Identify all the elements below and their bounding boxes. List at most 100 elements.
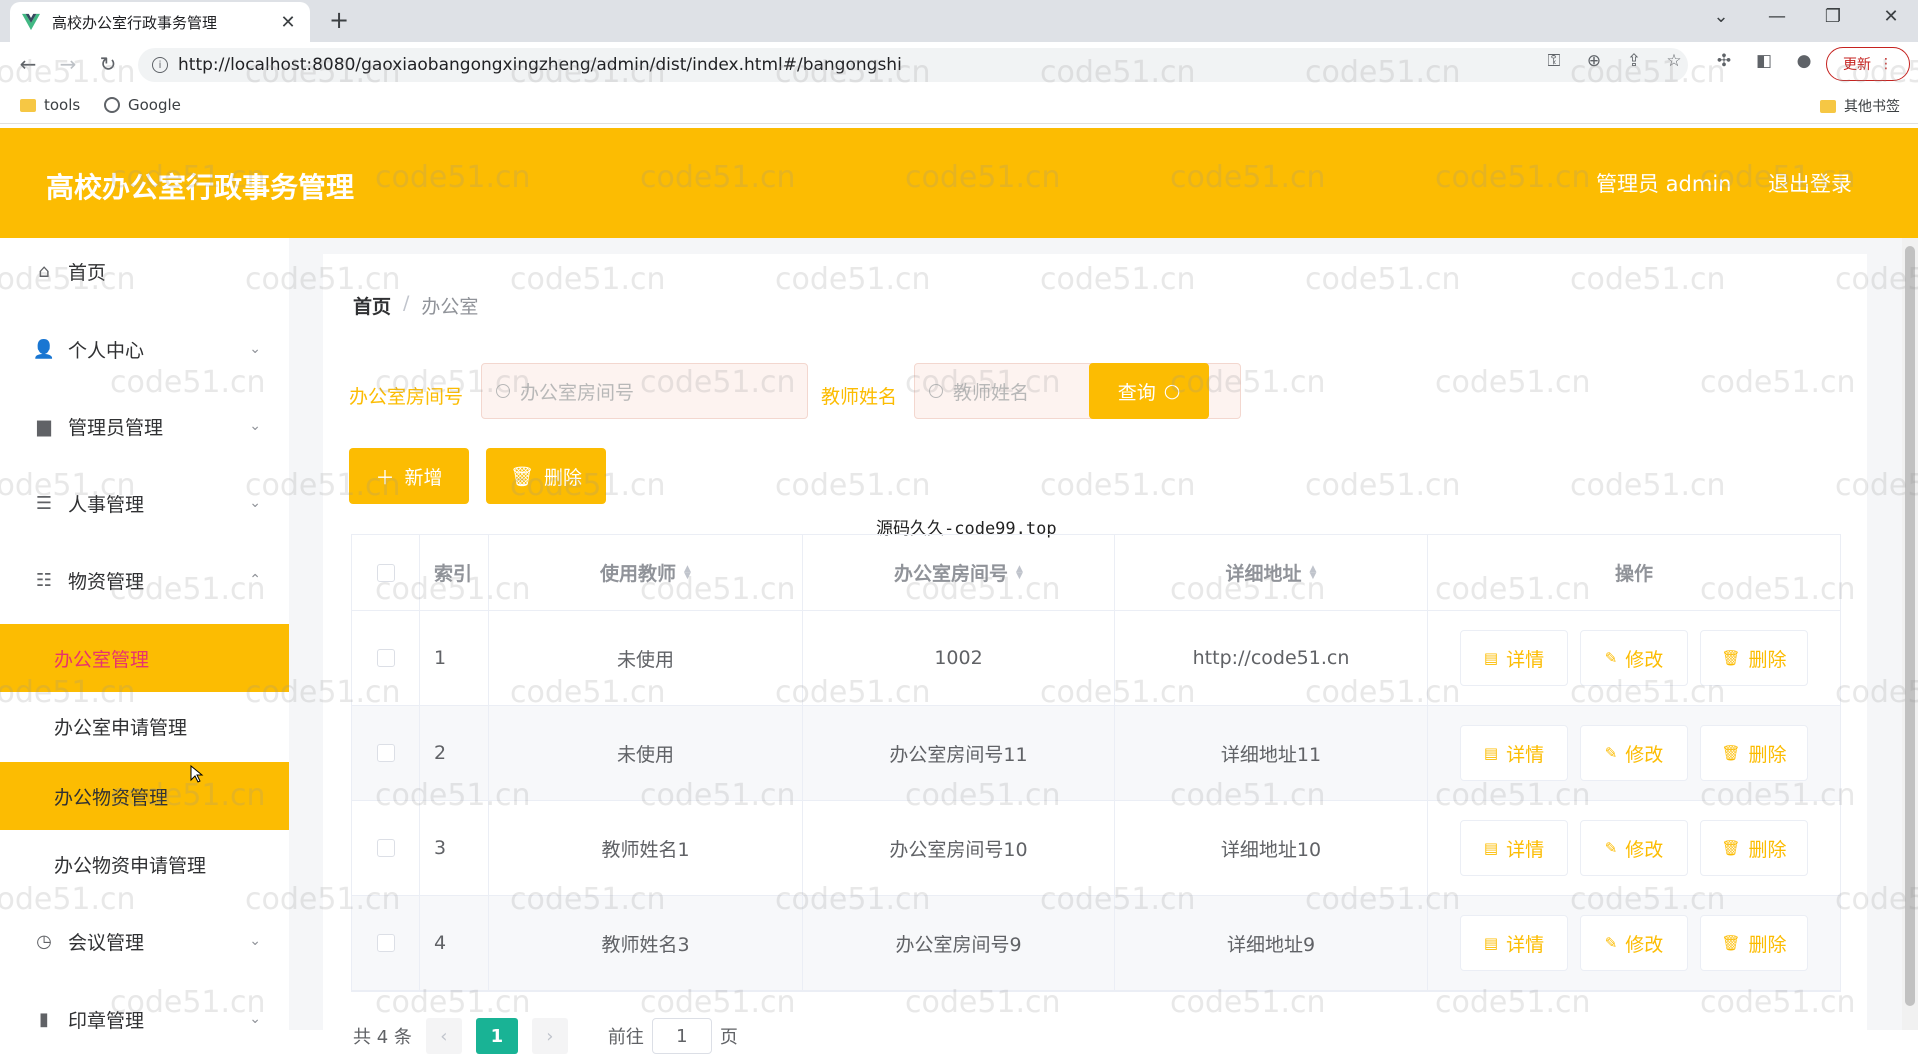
restore-icon[interactable]: ❐ [1818, 6, 1848, 27]
delete-button[interactable]: 🗑 删除 [1700, 725, 1808, 781]
star-icon[interactable]: ☆ [1662, 51, 1686, 71]
plus-icon: ＋ [375, 466, 395, 489]
scrollbar-thumb[interactable] [1905, 246, 1915, 1006]
delete-button[interactable]: 🗑 删除 [1700, 630, 1808, 686]
browser-tab[interactable]: 高校办公室行政事务管理 ✕ [10, 2, 310, 42]
sidebar-item-home[interactable]: ⌂ 首页 [0, 238, 289, 304]
more-icon: ⋮ [1879, 56, 1893, 72]
sort-icon[interactable]: ▲ ▼ [1310, 564, 1317, 580]
goto-page-input[interactable]: 1 [651, 1018, 712, 1054]
sidebar-item-seals[interactable]: ▮ 印章管理 ⌄ [0, 986, 289, 1052]
folder-icon [20, 98, 36, 112]
sidebar-subitem-office-supplies[interactable]: 办公物资管理 [0, 762, 289, 830]
minimize-icon[interactable]: — [1762, 6, 1792, 27]
cell-index: 2 [420, 706, 489, 800]
bookmark-tools[interactable]: tools [20, 96, 80, 114]
row-checkbox[interactable] [376, 649, 395, 667]
share-icon[interactable]: ⇪ [1622, 51, 1646, 71]
update-button[interactable]: 更新 ⋮ [1826, 47, 1910, 81]
list-icon: ☰ [35, 492, 53, 514]
delete-label: 删除 [1748, 743, 1787, 766]
chevron-down-icon: ⌄ [249, 1011, 261, 1027]
edit-icon: ✎ [1604, 839, 1618, 857]
bookmarks-bar: tools Google 其他书签 [0, 88, 1918, 124]
breadcrumb-home[interactable]: 首页 [353, 292, 391, 319]
sidebar-subitem-office[interactable]: 办公室管理 [0, 624, 289, 692]
delete-button[interactable]: 🗑 删除 [1700, 915, 1808, 971]
sidebar-item-label: 人事管理 [68, 493, 145, 516]
profile-icon[interactable]: ● [1792, 51, 1816, 71]
cell-room: 办公室房间号11 [803, 706, 1115, 800]
reload-icon[interactable]: ↻ [94, 52, 122, 76]
sidebar-item-personnel[interactable]: ☰ 人事管理 ⌄ [0, 470, 289, 536]
header-address[interactable]: 详细地址 ▲ ▼ [1115, 535, 1428, 610]
row-checkbox[interactable] [376, 839, 395, 857]
globe-icon [104, 97, 120, 113]
table-row: 1 未使用 1002 http://code51.cn ▤ 详情 ✎ 修改 🗑 删除 [352, 611, 1840, 706]
prev-page-icon[interactable]: ‹ [425, 1018, 462, 1054]
close-window-icon[interactable]: ✕ [1876, 6, 1906, 27]
query-button[interactable]: 查询 ○ [1089, 363, 1209, 419]
new-tab-icon[interactable]: + [324, 6, 354, 34]
bookmark-google[interactable]: Google [104, 96, 181, 114]
sidebar-item-admins[interactable]: ▆ 管理员管理 ⌄ [0, 393, 289, 459]
zoom-icon[interactable]: ⊕ [1582, 51, 1606, 71]
edit-label: 修改 [1625, 648, 1664, 671]
tab-title: 高校办公室行政事务管理 [52, 13, 218, 32]
forward-icon[interactable]: → [54, 52, 82, 76]
key-icon[interactable]: ⚿ [1542, 51, 1566, 71]
add-label: 新增 [404, 466, 443, 489]
detail-label: 详情 [1506, 933, 1545, 956]
close-tab-icon[interactable]: ✕ [278, 12, 298, 33]
pagination-total: 共 4 条 [353, 1027, 412, 1048]
edit-button[interactable]: ✎ 修改 [1580, 725, 1688, 781]
header-room[interactable]: 办公室房间号 ▲ ▼ [803, 535, 1115, 610]
row-checkbox[interactable] [376, 744, 395, 762]
add-button[interactable]: ＋ 新增 [349, 448, 469, 504]
chevron-down-icon[interactable]: ⌄ [1706, 6, 1736, 27]
room-search-label: 办公室房间号 [349, 386, 464, 408]
sidebar-subitem-office-apply[interactable]: 办公室申请管理 [0, 692, 289, 760]
header-teacher[interactable]: 使用教师 ▲ ▼ [489, 535, 803, 610]
next-page-icon[interactable]: › [531, 1018, 568, 1054]
sidebar-item-meetings[interactable]: ◷ 会议管理 ⌄ [0, 908, 289, 974]
sidebar-item-label: 管理员管理 [68, 416, 164, 439]
page-number[interactable]: 1 [475, 1018, 518, 1054]
extensions-icon[interactable]: ✣ [1712, 51, 1736, 71]
other-bookmarks[interactable]: 其他书签 [1820, 96, 1900, 116]
logout-link[interactable]: 退出登录 [1768, 168, 1852, 198]
detail-button[interactable]: ▤ 详情 [1460, 820, 1568, 876]
sort-icon[interactable]: ▲ ▼ [1016, 564, 1023, 580]
sidebar-item-label: 个人中心 [68, 339, 145, 362]
sort-icon[interactable]: ▲ ▼ [684, 564, 691, 580]
sidepanel-icon[interactable]: ◧ [1752, 51, 1776, 71]
breadcrumb-separator: / [403, 292, 410, 314]
info-icon[interactable]: i [152, 57, 168, 73]
delete-button[interactable]: 🗑 删除 [1700, 820, 1808, 876]
edit-button[interactable]: ✎ 修改 [1580, 915, 1688, 971]
url-text: http://localhost:8080/gaoxiaobangongxing… [178, 55, 902, 75]
sidebar-item-profile[interactable]: 👤 个人中心 ⌄ [0, 316, 289, 382]
address-bar[interactable]: i http://localhost:8080/gaoxiaobangongxi… [138, 48, 1688, 82]
document-icon: ▤ [1483, 839, 1499, 857]
detail-button[interactable]: ▤ 详情 [1460, 630, 1568, 686]
sidebar-subitem-supplies-apply[interactable]: 办公物资申请管理 [0, 830, 289, 898]
edit-button[interactable]: ✎ 修改 [1580, 630, 1688, 686]
batch-delete-button[interactable]: 🗑 删除 [486, 448, 606, 504]
room-search-input[interactable]: 办公室房间号 [481, 363, 808, 419]
detail-button[interactable]: ▤ 详情 [1460, 725, 1568, 781]
user-icon: 👤 [32, 338, 56, 360]
detail-button[interactable]: ▤ 详情 [1460, 915, 1568, 971]
table-row: 4 教师姓名3 办公室房间号9 详细地址9 ▤ 详情 ✎ 修改 🗑 删除 [352, 896, 1840, 991]
cell-address: 详细地址9 [1115, 896, 1428, 990]
detail-label: 详情 [1506, 838, 1545, 861]
select-all-checkbox[interactable] [376, 563, 395, 582]
teacher-search-label: 教师姓名 [821, 386, 898, 408]
edit-button[interactable]: ✎ 修改 [1580, 820, 1688, 876]
back-icon[interactable]: ← [14, 52, 42, 76]
page-scrollbar[interactable] [1902, 238, 1918, 1030]
sidebar-item-supplies[interactable]: ☷ 物资管理 ⌃ [0, 547, 289, 613]
goto-prefix: 前往 [607, 1027, 644, 1048]
row-checkbox[interactable] [376, 934, 395, 952]
cell-index: 4 [420, 896, 489, 990]
